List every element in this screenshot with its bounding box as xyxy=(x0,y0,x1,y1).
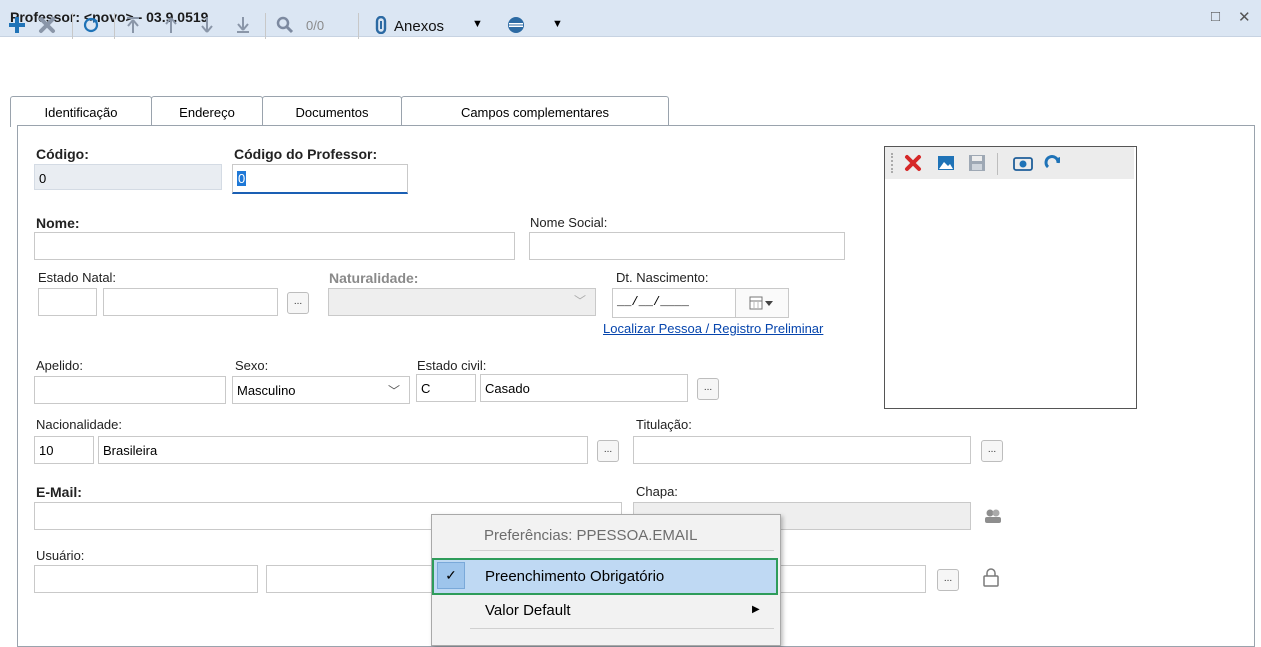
search-icon[interactable] xyxy=(273,11,297,39)
codigo-professor-label: Código do Professor: xyxy=(234,146,378,162)
grip-icon xyxy=(891,153,895,173)
photo-toolbar xyxy=(885,147,1134,179)
usuario-lookup-button[interactable]: ... xyxy=(937,569,959,591)
naturalidade-select[interactable] xyxy=(328,288,596,316)
estado-civil-code-field[interactable]: C xyxy=(416,374,476,402)
photo-box xyxy=(884,146,1137,409)
chevron-down-icon: ﹀ xyxy=(388,384,401,398)
chevron-down-icon[interactable]: ▼ xyxy=(552,18,563,30)
estado-natal-code-field[interactable] xyxy=(38,288,97,316)
estado-natal-label: Estado Natal: xyxy=(38,270,117,285)
submenu-arrow-icon: ▶ xyxy=(752,604,760,615)
lock-icon[interactable] xyxy=(981,568,1001,591)
nome-social-field[interactable] xyxy=(529,232,845,260)
camera-icon[interactable] xyxy=(1013,154,1033,175)
naturalidade-label: Naturalidade: xyxy=(329,270,419,286)
estado-civil-name-field[interactable]: Casado xyxy=(480,374,688,402)
context-menu-header: Preferências: PPESSOA.EMAIL xyxy=(484,526,698,544)
nacionalidade-name-field[interactable]: Brasileira xyxy=(98,436,588,464)
toolbar-separator xyxy=(265,13,266,39)
nacionalidade-code-field[interactable]: 10 xyxy=(34,436,94,464)
record-pager: 0/0 xyxy=(306,18,325,33)
codigo-professor-value: 0 xyxy=(237,171,247,186)
titulacao-field[interactable] xyxy=(633,436,971,464)
first-record-icon[interactable] xyxy=(122,11,144,39)
codigo-professor-field[interactable]: 0 xyxy=(232,164,408,194)
image-icon[interactable] xyxy=(937,154,955,175)
estado-civil-label: Estado civil: xyxy=(417,358,487,373)
usuario-label: Usuário: xyxy=(36,548,85,563)
menu-item-label: Preenchimento Obrigatório xyxy=(485,568,665,585)
globe-icon[interactable] xyxy=(504,11,528,39)
localizar-pessoa-link[interactable]: Localizar Pessoa / Registro Preliminar xyxy=(603,321,823,336)
apelido-label: Apelido: xyxy=(36,358,83,373)
sexo-select[interactable]: Masculino xyxy=(232,376,410,404)
toolbar xyxy=(0,37,1261,87)
calendar-icon xyxy=(749,296,773,310)
estado-natal-lookup-button[interactable]: ... xyxy=(287,292,309,314)
paperclip-icon[interactable] xyxy=(372,11,390,39)
nacionalidade-label: Nacionalidade: xyxy=(36,417,123,432)
chapa-label: Chapa: xyxy=(636,484,678,499)
tab-label: Identificação xyxy=(44,104,118,120)
apelido-field[interactable] xyxy=(34,376,226,404)
tab-documentos[interactable]: Documentos xyxy=(262,96,402,127)
codigo-label: Código: xyxy=(36,146,89,162)
nacionalidade-lookup-button[interactable]: ... xyxy=(597,440,619,462)
photo-toolbar-separator xyxy=(997,153,998,175)
delete-photo-icon[interactable] xyxy=(904,154,922,175)
chevron-down-icon[interactable]: ▼ xyxy=(472,18,483,30)
delete-icon[interactable] xyxy=(36,11,58,39)
tab-endereco[interactable]: Endereço xyxy=(151,96,263,127)
estado-natal-name-field[interactable] xyxy=(103,288,278,316)
titulacao-lookup-button[interactable]: ... xyxy=(981,440,1003,462)
tab-label: Campos complementares xyxy=(460,104,610,120)
refresh-icon[interactable] xyxy=(80,11,102,39)
anexos-button[interactable]: Anexos xyxy=(394,18,444,35)
nome-label: Nome: xyxy=(36,215,80,231)
chevron-down-icon: ﹀ xyxy=(574,294,587,308)
estado-civil-lookup-button[interactable]: ... xyxy=(697,378,719,400)
last-record-icon[interactable] xyxy=(232,11,254,39)
menu-divider xyxy=(470,550,774,551)
toolbar-separator xyxy=(72,13,73,39)
sexo-label: Sexo: xyxy=(235,358,269,373)
tab-identificacao[interactable]: Identificação xyxy=(10,96,152,127)
usuario-field[interactable] xyxy=(34,565,258,593)
menu-item-valor-default[interactable]: Valor Default xyxy=(485,602,571,619)
dt-nascimento-field[interactable]: __/__/____ xyxy=(612,288,736,318)
menu-divider xyxy=(470,628,774,629)
codigo-field[interactable]: 0 xyxy=(34,164,222,190)
dt-nascimento-label: Dt. Nascimento: xyxy=(616,270,709,285)
rotate-icon[interactable] xyxy=(1043,153,1063,176)
toolbar-separator xyxy=(358,13,359,39)
people-icon[interactable] xyxy=(983,507,1003,528)
add-icon[interactable] xyxy=(6,11,28,39)
close-icon[interactable]: ✕ xyxy=(1238,8,1251,26)
restore-icon[interactable]: □ xyxy=(1211,8,1220,25)
nome-social-label: Nome Social: xyxy=(530,215,608,230)
tab-label: Documentos xyxy=(295,104,369,120)
previous-record-icon[interactable] xyxy=(160,11,182,39)
save-icon[interactable] xyxy=(968,154,986,175)
calendar-button[interactable] xyxy=(735,288,789,318)
titulacao-label: Titulação: xyxy=(636,417,692,432)
toolbar-separator xyxy=(114,13,115,39)
tab-campos-complementares[interactable]: Campos complementares xyxy=(401,96,669,127)
tab-label: Endereço xyxy=(179,104,235,120)
check-icon: ✓ xyxy=(437,562,465,589)
email-label: E-Mail: xyxy=(36,484,82,500)
next-record-icon[interactable] xyxy=(196,11,218,39)
nome-field[interactable] xyxy=(34,232,515,260)
